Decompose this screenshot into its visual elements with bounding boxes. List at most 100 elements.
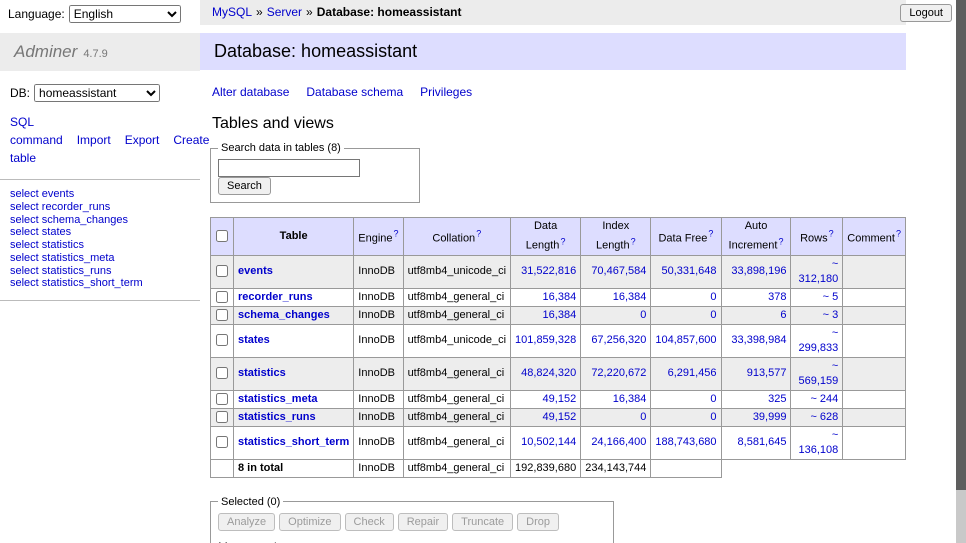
- table-name-link[interactable]: statistics_runs: [238, 411, 316, 423]
- help-icon[interactable]: ?: [560, 240, 565, 252]
- table-name-link[interactable]: events: [238, 265, 273, 277]
- index-length-link[interactable]: 24,166,400: [591, 436, 646, 448]
- data-free-link[interactable]: 0: [710, 291, 716, 303]
- index-length-link[interactable]: 67,256,320: [591, 334, 646, 346]
- action-link-privileges[interactable]: Privileges: [420, 85, 472, 99]
- auto-increment-link[interactable]: 913,577: [747, 367, 787, 379]
- table-name-link[interactable]: statistics_meta: [238, 393, 318, 405]
- table-name-link[interactable]: statistics: [238, 367, 286, 379]
- row-checkbox[interactable]: [216, 291, 228, 303]
- data-length-link[interactable]: 31,522,816: [521, 265, 576, 277]
- row-checkbox[interactable]: [216, 411, 228, 423]
- auto-increment-link[interactable]: 33,398,984: [731, 334, 786, 346]
- sidebar-table-link-select-recorder-runs[interactable]: select recorder_runs: [10, 201, 190, 214]
- scrollbar-thumb[interactable]: [956, 0, 966, 490]
- language-chooser: Language:English: [8, 5, 181, 23]
- row-checkbox[interactable]: [216, 393, 228, 405]
- sidebar-table-link-select-statistics-meta[interactable]: select statistics_meta: [10, 252, 190, 265]
- row-checkbox[interactable]: [216, 436, 228, 448]
- help-icon[interactable]: ?: [631, 240, 636, 252]
- data-free-link[interactable]: 104,857,600: [655, 334, 716, 346]
- engine-cell: InnoDB: [354, 390, 403, 408]
- auto-increment-link[interactable]: 39,999: [753, 411, 787, 423]
- sidebar-table-link-select-events[interactable]: select events: [10, 188, 190, 201]
- row-checkbox[interactable]: [216, 265, 228, 277]
- bulk-check-button[interactable]: Check: [345, 513, 394, 531]
- index-length-link[interactable]: 0: [640, 309, 646, 321]
- bulk-repair-button[interactable]: Repair: [398, 513, 448, 531]
- bulk-analyze-button[interactable]: Analyze: [218, 513, 275, 531]
- table-name-link[interactable]: statistics_short_term: [238, 436, 349, 448]
- rows-link[interactable]: ~ 628: [810, 411, 838, 423]
- index-length-link[interactable]: 16,384: [613, 291, 647, 303]
- rows-link[interactable]: ~ 299,833: [799, 327, 839, 354]
- help-icon[interactable]: ?: [476, 232, 481, 244]
- data-free-link[interactable]: 0: [710, 411, 716, 423]
- data-free-link[interactable]: 6,291,456: [668, 367, 717, 379]
- sidebar-table-link-select-states[interactable]: select states: [10, 226, 190, 239]
- search-button[interactable]: Search: [218, 177, 271, 195]
- row-checkbox[interactable]: [216, 309, 228, 321]
- data-free-link[interactable]: 0: [710, 309, 716, 321]
- bulk-truncate-button[interactable]: Truncate: [452, 513, 513, 531]
- table-name-link[interactable]: states: [238, 334, 270, 346]
- language-select[interactable]: English: [69, 5, 181, 23]
- breadcrumb-mysql-link[interactable]: MySQL: [212, 5, 252, 19]
- data-length-link[interactable]: 101,859,328: [515, 334, 576, 346]
- index-length-link[interactable]: 70,467,584: [591, 265, 646, 277]
- search-input[interactable]: [218, 159, 360, 177]
- bulk-drop-button[interactable]: Drop: [517, 513, 559, 531]
- help-icon[interactable]: ?: [896, 232, 901, 244]
- data-length-link[interactable]: 16,384: [543, 291, 577, 303]
- table-name-link[interactable]: recorder_runs: [238, 291, 313, 303]
- data-length-link[interactable]: 16,384: [543, 309, 577, 321]
- data-free-link[interactable]: 0: [710, 393, 716, 405]
- row-checkbox[interactable]: [216, 334, 228, 346]
- data-free-link[interactable]: 50,331,648: [661, 265, 716, 277]
- data-free-link[interactable]: 188,743,680: [655, 436, 716, 448]
- tables-list-table: TableEngine?Collation?Data Length?Index …: [210, 217, 906, 478]
- bulk-optimize-button[interactable]: Optimize: [279, 513, 340, 531]
- rows-link[interactable]: ~ 312,180: [799, 258, 839, 285]
- sidebar-link-export[interactable]: Export: [125, 133, 160, 147]
- help-icon[interactable]: ?: [829, 232, 834, 244]
- data-length-link[interactable]: 10,502,144: [521, 436, 576, 448]
- rows-link[interactable]: ~ 5: [823, 291, 839, 303]
- help-icon[interactable]: ?: [708, 232, 713, 244]
- rows-link[interactable]: ~ 136,108: [799, 429, 839, 456]
- breadcrumb-server-link[interactable]: Server: [267, 5, 302, 19]
- logout-button[interactable]: Logout: [900, 4, 952, 22]
- sidebar-table-link-select-statistics-short-term[interactable]: select statistics_short_term: [10, 277, 190, 290]
- sidebar-link-sql-command[interactable]: SQL command: [10, 115, 63, 147]
- sidebar-link-import[interactable]: Import: [77, 133, 111, 147]
- data-length-link[interactable]: 49,152: [543, 411, 577, 423]
- auto-increment-link[interactable]: 325: [768, 393, 786, 405]
- help-icon[interactable]: ?: [394, 232, 399, 244]
- table-name-link[interactable]: schema_changes: [238, 309, 330, 321]
- data-length-link[interactable]: 48,824,320: [521, 367, 576, 379]
- auto-increment-link[interactable]: 8,581,645: [738, 436, 787, 448]
- auto-increment-link[interactable]: 33,898,196: [731, 265, 786, 277]
- action-link-database-schema[interactable]: Database schema: [306, 85, 403, 99]
- vertical-scrollbar[interactable]: [956, 0, 966, 543]
- row-checkbox[interactable]: [216, 367, 228, 379]
- action-link-alter-database[interactable]: Alter database: [212, 85, 289, 99]
- index-length-link[interactable]: 0: [640, 411, 646, 423]
- rows-link[interactable]: ~ 244: [810, 393, 838, 405]
- auto-increment-link[interactable]: 378: [768, 291, 786, 303]
- rows-link[interactable]: ~ 3: [823, 309, 839, 321]
- select-all-checkbox[interactable]: [216, 230, 228, 242]
- sidebar-table-link-select-schema-changes[interactable]: select schema_changes: [10, 214, 190, 227]
- sidebar-table-link-select-statistics[interactable]: select statistics: [10, 239, 190, 252]
- sidebar-table-link-select-statistics-runs[interactable]: select statistics_runs: [10, 265, 190, 278]
- comment-cell: [843, 288, 906, 306]
- auto-increment-link[interactable]: 6: [780, 309, 786, 321]
- rows-link[interactable]: ~ 569,159: [799, 360, 839, 387]
- index-length-link[interactable]: 16,384: [613, 393, 647, 405]
- total-engine-cell: InnoDB: [354, 459, 403, 477]
- index-length-link[interactable]: 72,220,672: [591, 367, 646, 379]
- db-select[interactable]: homeassistant: [34, 84, 160, 102]
- help-icon[interactable]: ?: [778, 240, 783, 252]
- adminer-logo-link[interactable]: Adminer: [14, 42, 77, 61]
- data-length-link[interactable]: 49,152: [543, 393, 577, 405]
